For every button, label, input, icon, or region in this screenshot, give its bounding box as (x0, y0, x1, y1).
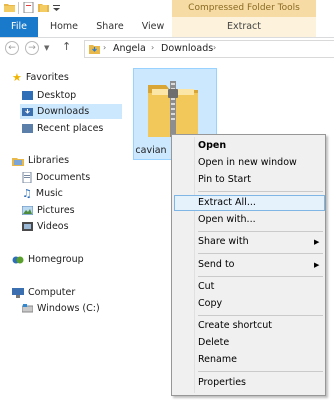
tab-extract[interactable]: Extract (172, 17, 316, 37)
menu-separator (198, 276, 323, 277)
ribbon-tabs: File Home Share View Extract (0, 17, 334, 38)
sidebar-item-libraries[interactable]: Libraries (12, 153, 69, 168)
sidebar-item-videos[interactable]: Videos (22, 219, 69, 234)
submenu-arrow-icon: ▶ (314, 261, 320, 269)
downloads-folder-icon (89, 45, 100, 54)
tab-home[interactable]: Home (44, 17, 84, 37)
computer-icon (12, 287, 24, 298)
sidebar-item-homegroup[interactable]: Homegroup (12, 252, 84, 267)
menu-item-delete[interactable]: Delete (198, 337, 229, 348)
downloads-icon (22, 108, 33, 116)
menu-item-open-with[interactable]: Open with... (198, 214, 256, 225)
file-name: cavian (135, 145, 167, 156)
menu-item-pin-to-start[interactable]: Pin to Start (198, 174, 251, 185)
menu-separator (198, 315, 323, 316)
menu-separator (198, 191, 323, 192)
context-menu: Open Open in new window Pin to Start Ext… (171, 134, 326, 396)
up-button[interactable]: ↑ (62, 40, 71, 53)
menu-item-create-shortcut[interactable]: Create shortcut (198, 320, 272, 331)
menu-gutter (194, 137, 195, 393)
videos-icon (22, 222, 33, 231)
breadcrumb-downloads[interactable]: Downloads (161, 43, 213, 54)
sidebar-item-favorites[interactable]: ★ Favorites (12, 70, 69, 85)
drive-icon (22, 304, 33, 313)
qat-divider (18, 2, 19, 14)
navigation-bar: ← → ▼ ↑ › Angela › Downloads › (0, 38, 334, 60)
forward-button[interactable]: → (25, 41, 39, 55)
music-icon: ♫ (22, 187, 32, 200)
pictures-icon (22, 206, 33, 215)
sidebar-item-documents[interactable]: Documents (22, 170, 90, 185)
menu-separator (198, 371, 323, 372)
recent-locations-icon[interactable]: ▼ (44, 44, 49, 52)
breadcrumb-chevron-icon[interactable]: › (213, 43, 216, 52)
sidebar-item-downloads[interactable]: Downloads (20, 104, 122, 119)
libraries-icon (12, 157, 24, 166)
folder-icon[interactable] (4, 2, 15, 13)
menu-item-send-to[interactable]: Send to (198, 259, 234, 270)
menu-separator (198, 231, 323, 232)
menu-item-share-with[interactable]: Share with (198, 236, 249, 247)
tab-share[interactable]: Share (90, 17, 130, 37)
menu-item-cut[interactable]: Cut (198, 281, 214, 292)
navigation-pane: ★ Favorites Desktop Downloads Recent plac… (0, 62, 122, 400)
submenu-arrow-icon: ▶ (314, 238, 320, 246)
new-folder-icon[interactable] (38, 2, 49, 13)
sidebar-item-pictures[interactable]: Pictures (22, 203, 75, 218)
menu-item-extract-all[interactable]: Extract All... (198, 197, 256, 208)
sidebar-item-recent-places[interactable]: Recent places (22, 121, 103, 136)
star-icon: ★ (12, 71, 22, 84)
breadcrumb-chevron-icon[interactable]: › (151, 43, 154, 52)
sidebar-item-computer[interactable]: Computer (12, 285, 75, 300)
menu-item-open-new-window[interactable]: Open in new window (198, 157, 297, 168)
zip-folder-icon (148, 81, 198, 137)
homegroup-icon (12, 256, 24, 263)
breadcrumb-chevron-icon[interactable]: › (103, 43, 106, 52)
sidebar-item-windows-c[interactable]: Windows (C:) (22, 301, 100, 316)
menu-item-copy[interactable]: Copy (198, 298, 222, 309)
customize-qat-icon[interactable] (52, 2, 61, 13)
tab-view[interactable]: View (136, 17, 170, 37)
sidebar-item-music[interactable]: ♫ Music (22, 186, 63, 201)
menu-separator (198, 253, 323, 254)
title-bar: Compressed Folder Tools (0, 0, 334, 17)
documents-icon (22, 172, 32, 183)
breadcrumb-angela[interactable]: Angela (113, 43, 146, 54)
sidebar-item-desktop[interactable]: Desktop (22, 88, 76, 103)
recent-places-icon (22, 124, 33, 133)
tab-file[interactable]: File (0, 17, 38, 37)
contextual-tab-header: Compressed Folder Tools (172, 0, 316, 17)
menu-item-rename[interactable]: Rename (198, 354, 237, 365)
back-button[interactable]: ← (5, 41, 19, 55)
menu-item-properties[interactable]: Properties (198, 377, 246, 388)
desktop-icon (22, 91, 33, 100)
address-bar[interactable]: › Angela › Downloads › (84, 40, 334, 58)
menu-item-open[interactable]: Open (198, 140, 226, 151)
properties-icon[interactable] (23, 2, 34, 13)
